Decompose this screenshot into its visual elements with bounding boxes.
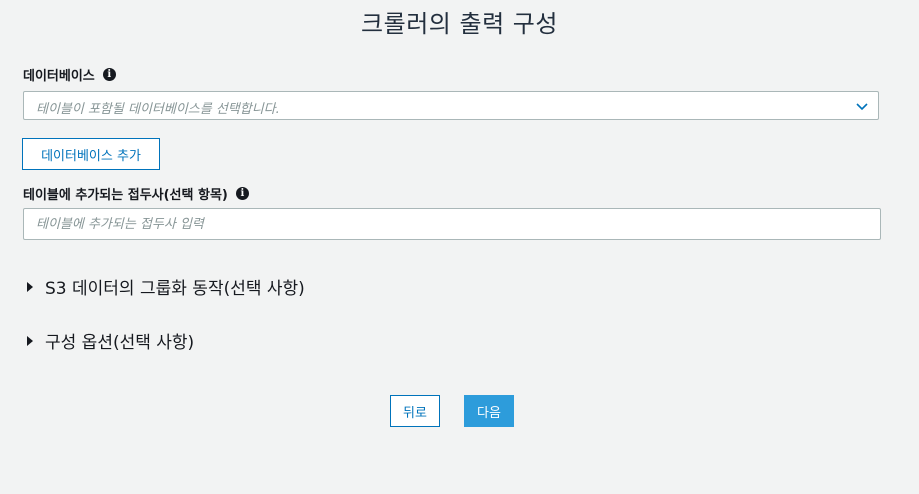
s3-grouping-expander[interactable]: S3 데이터의 그룹화 동작(선택 사항) <box>27 274 305 299</box>
config-options-label: 구성 옵션(선택 사항) <box>45 333 195 353</box>
prefix-input[interactable] <box>23 208 881 240</box>
database-select[interactable]: 테이블이 포함될 데이터베이스를 선택합니다. <box>23 91 879 120</box>
caret-right-icon <box>27 335 33 346</box>
info-icon[interactable]: i <box>102 68 116 81</box>
chevron-down-icon <box>856 103 868 111</box>
s3-grouping-label: S3 데이터의 그룹화 동작(선택 사항) <box>45 279 305 299</box>
prefix-label: 테이블에 추가되는 접두사(선택 항목) i <box>23 184 249 203</box>
next-button[interactable]: 다음 <box>464 395 514 427</box>
database-label-text: 데이터베이스 <box>23 69 95 84</box>
add-database-button[interactable]: 데이터베이스 추가 <box>22 138 160 170</box>
info-icon[interactable]: i <box>235 187 249 200</box>
database-label: 데이터베이스 i <box>23 65 116 84</box>
page-title: 크롤러의 출력 구성 <box>361 10 558 38</box>
database-select-placeholder: 테이블이 포함될 데이터베이스를 선택합니다. <box>36 102 280 117</box>
caret-right-icon <box>27 281 33 292</box>
prefix-label-text: 테이블에 추가되는 접두사(선택 항목) <box>23 188 228 203</box>
config-options-expander[interactable]: 구성 옵션(선택 사항) <box>27 328 194 353</box>
back-button[interactable]: 뒤로 <box>390 395 440 427</box>
